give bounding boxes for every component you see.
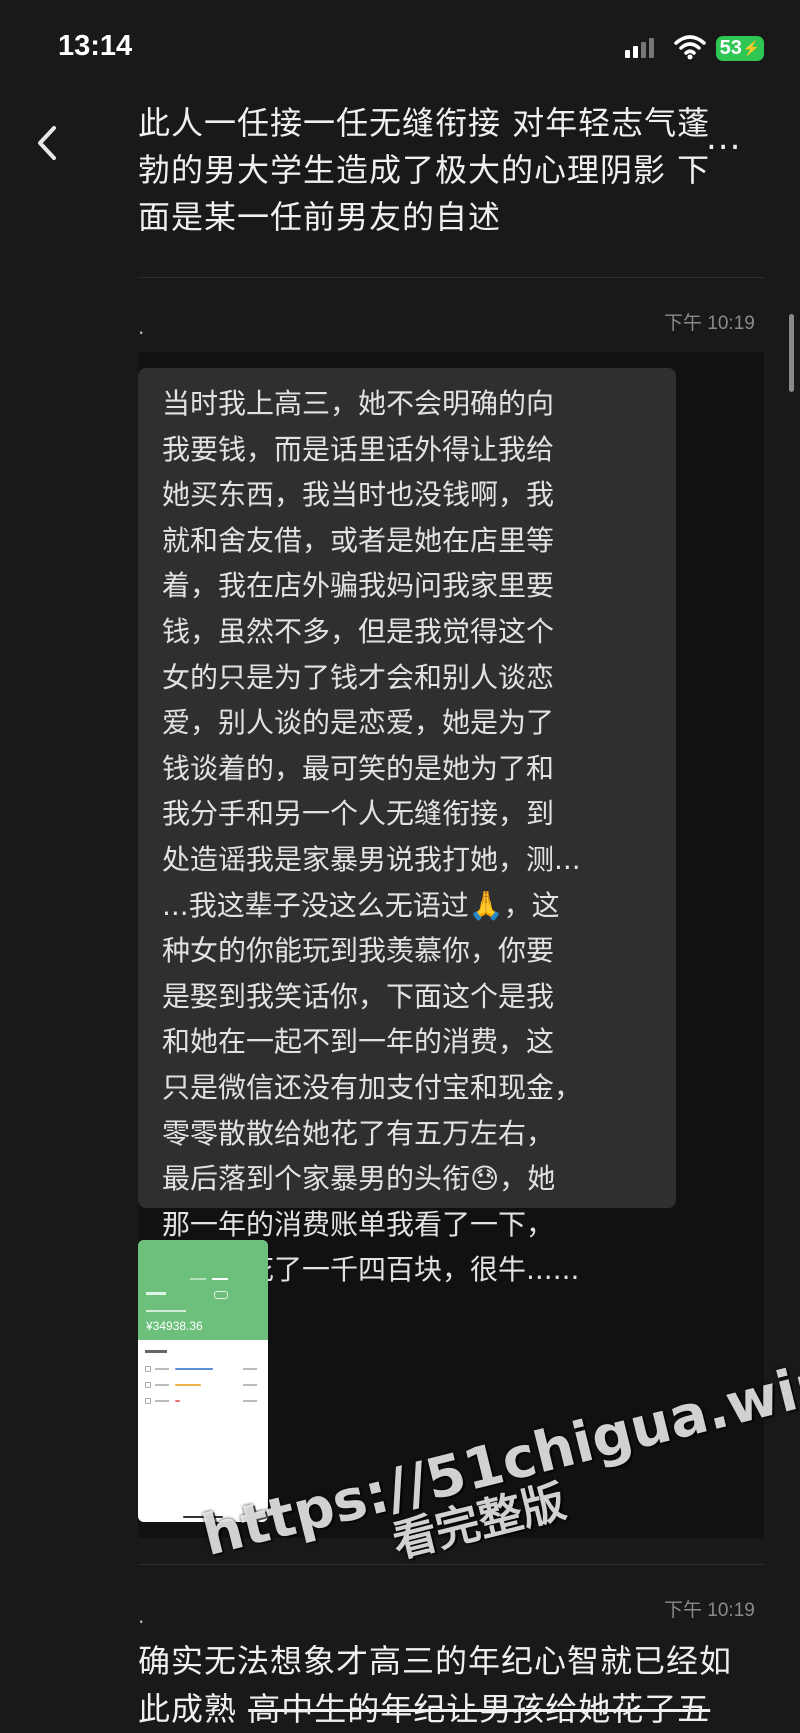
wifi-icon [674,35,706,60]
thumbnail-tab [190,1278,206,1280]
post-title-line: 面是某一任前男友的自述 [138,198,502,236]
message-line: 只是微信还没有加支付宝和现金， [162,1070,583,1104]
chat-message-bubble: 当时我上高三，她不会明确的向 我要钱，而是话里话外得让我给 她买东西，我当时也没… [138,368,676,1286]
message-line: 她买东西，我当时也没钱啊，我 [162,478,555,512]
post-title-line: 勃的男大学生造成了极大的心理阴影 下 [138,151,711,189]
message-line: 种女的你能玩到我羡慕你，你要 [162,934,555,968]
thumbnail-caption [146,1310,186,1312]
thumbnail-year [146,1292,166,1295]
message-line: 钱，虽然不多，但是我觉得这个 [162,614,555,648]
thumbnail-section-title [145,1350,167,1353]
charging-bolt-icon: ⚡ [742,40,761,56]
message-line: 着，我在店外骗我妈问我家里要 [162,569,555,603]
message-line: ...我这辈子没这么无语过🙏，这 [162,888,560,922]
screen: 13:14 53 ⚡ 此人一任接一任无缝衔接 对年轻志气蓬 勃的男大学生造成了极… [0,0,800,1733]
reply-timestamp: 下午 10:19 [664,313,755,334]
comment-struck-text: 高中生的年纪让男孩给她花了五 [248,1690,711,1728]
divider [138,1564,764,1565]
message-line: 钱谈着的，最可笑的是她为了和 [162,751,555,785]
message-line: 爱，别人谈的是恋爱，她是为了 [162,706,555,740]
post-title-line: 此人一任接一任无缝衔接 对年轻志气蓬 [138,104,711,142]
post-title: 此人一任接一任无缝衔接 对年轻志气蓬 勃的男大学生造成了极大的心理阴影 下 面是… [138,100,758,241]
comment-line: 确实无法想象才高三的年纪心智就已经如 [138,1642,733,1680]
comment-line-text: 此成熟 [138,1690,249,1728]
scrollbar[interactable] [789,314,794,392]
battery-indicator: 53 ⚡ [716,36,764,61]
thumbnail-tab [212,1278,228,1280]
message-line: 处造谣我是家暴男说我打她，测... [162,842,581,876]
thumbnail-row [145,1366,261,1372]
bill-screenshot-thumbnail[interactable]: ¥34938.36 [138,1240,268,1522]
status-time: 13:14 [58,30,133,62]
message-line: 当时我上高三，她不会明确的向 [162,387,555,420]
comment-line: 此成熟 高中生的年纪让男孩给她花了五 [138,1685,778,1733]
battery-level: 53 [719,37,742,59]
reply-marker: . [138,315,145,339]
thumbnail-row [145,1382,261,1388]
message-line: 最后落到个家暴男的头衔😓，她 [162,1162,556,1196]
thumbnail-amount: ¥34938.36 [146,1319,203,1333]
message-line: 我分手和另一个人无缝衔接，到 [162,797,555,831]
reply-marker: . [138,1604,145,1628]
message-line: 零零散散给她花了有五万左右， [162,1116,555,1150]
more-options-button[interactable]: ... [706,118,741,158]
divider [138,277,764,278]
thumbnail-chip [214,1291,228,1299]
message-line: 是娶到我笑话你，下面这个是我 [162,979,555,1013]
comment-text: 确实无法想象才高三的年纪心智就已经如 此成熟 高中生的年纪让男孩给她花了五 [138,1637,778,1733]
message-line: 女的只是为了钱才会和别人谈恋 [162,660,555,694]
message-line: 就和舍友借，或者是她在店里等 [162,523,555,557]
thumbnail-row [145,1398,261,1404]
message-line: 和她在一起不到一年的消费，这 [162,1025,555,1059]
thumbnail-header: ¥34938.36 [138,1240,268,1340]
reply-timestamp: 下午 10:19 [664,1600,755,1621]
message-line: 我要钱，而是话里话外得让我给 [162,432,555,466]
back-button[interactable] [30,118,70,168]
cellular-signal-icon [625,38,654,58]
